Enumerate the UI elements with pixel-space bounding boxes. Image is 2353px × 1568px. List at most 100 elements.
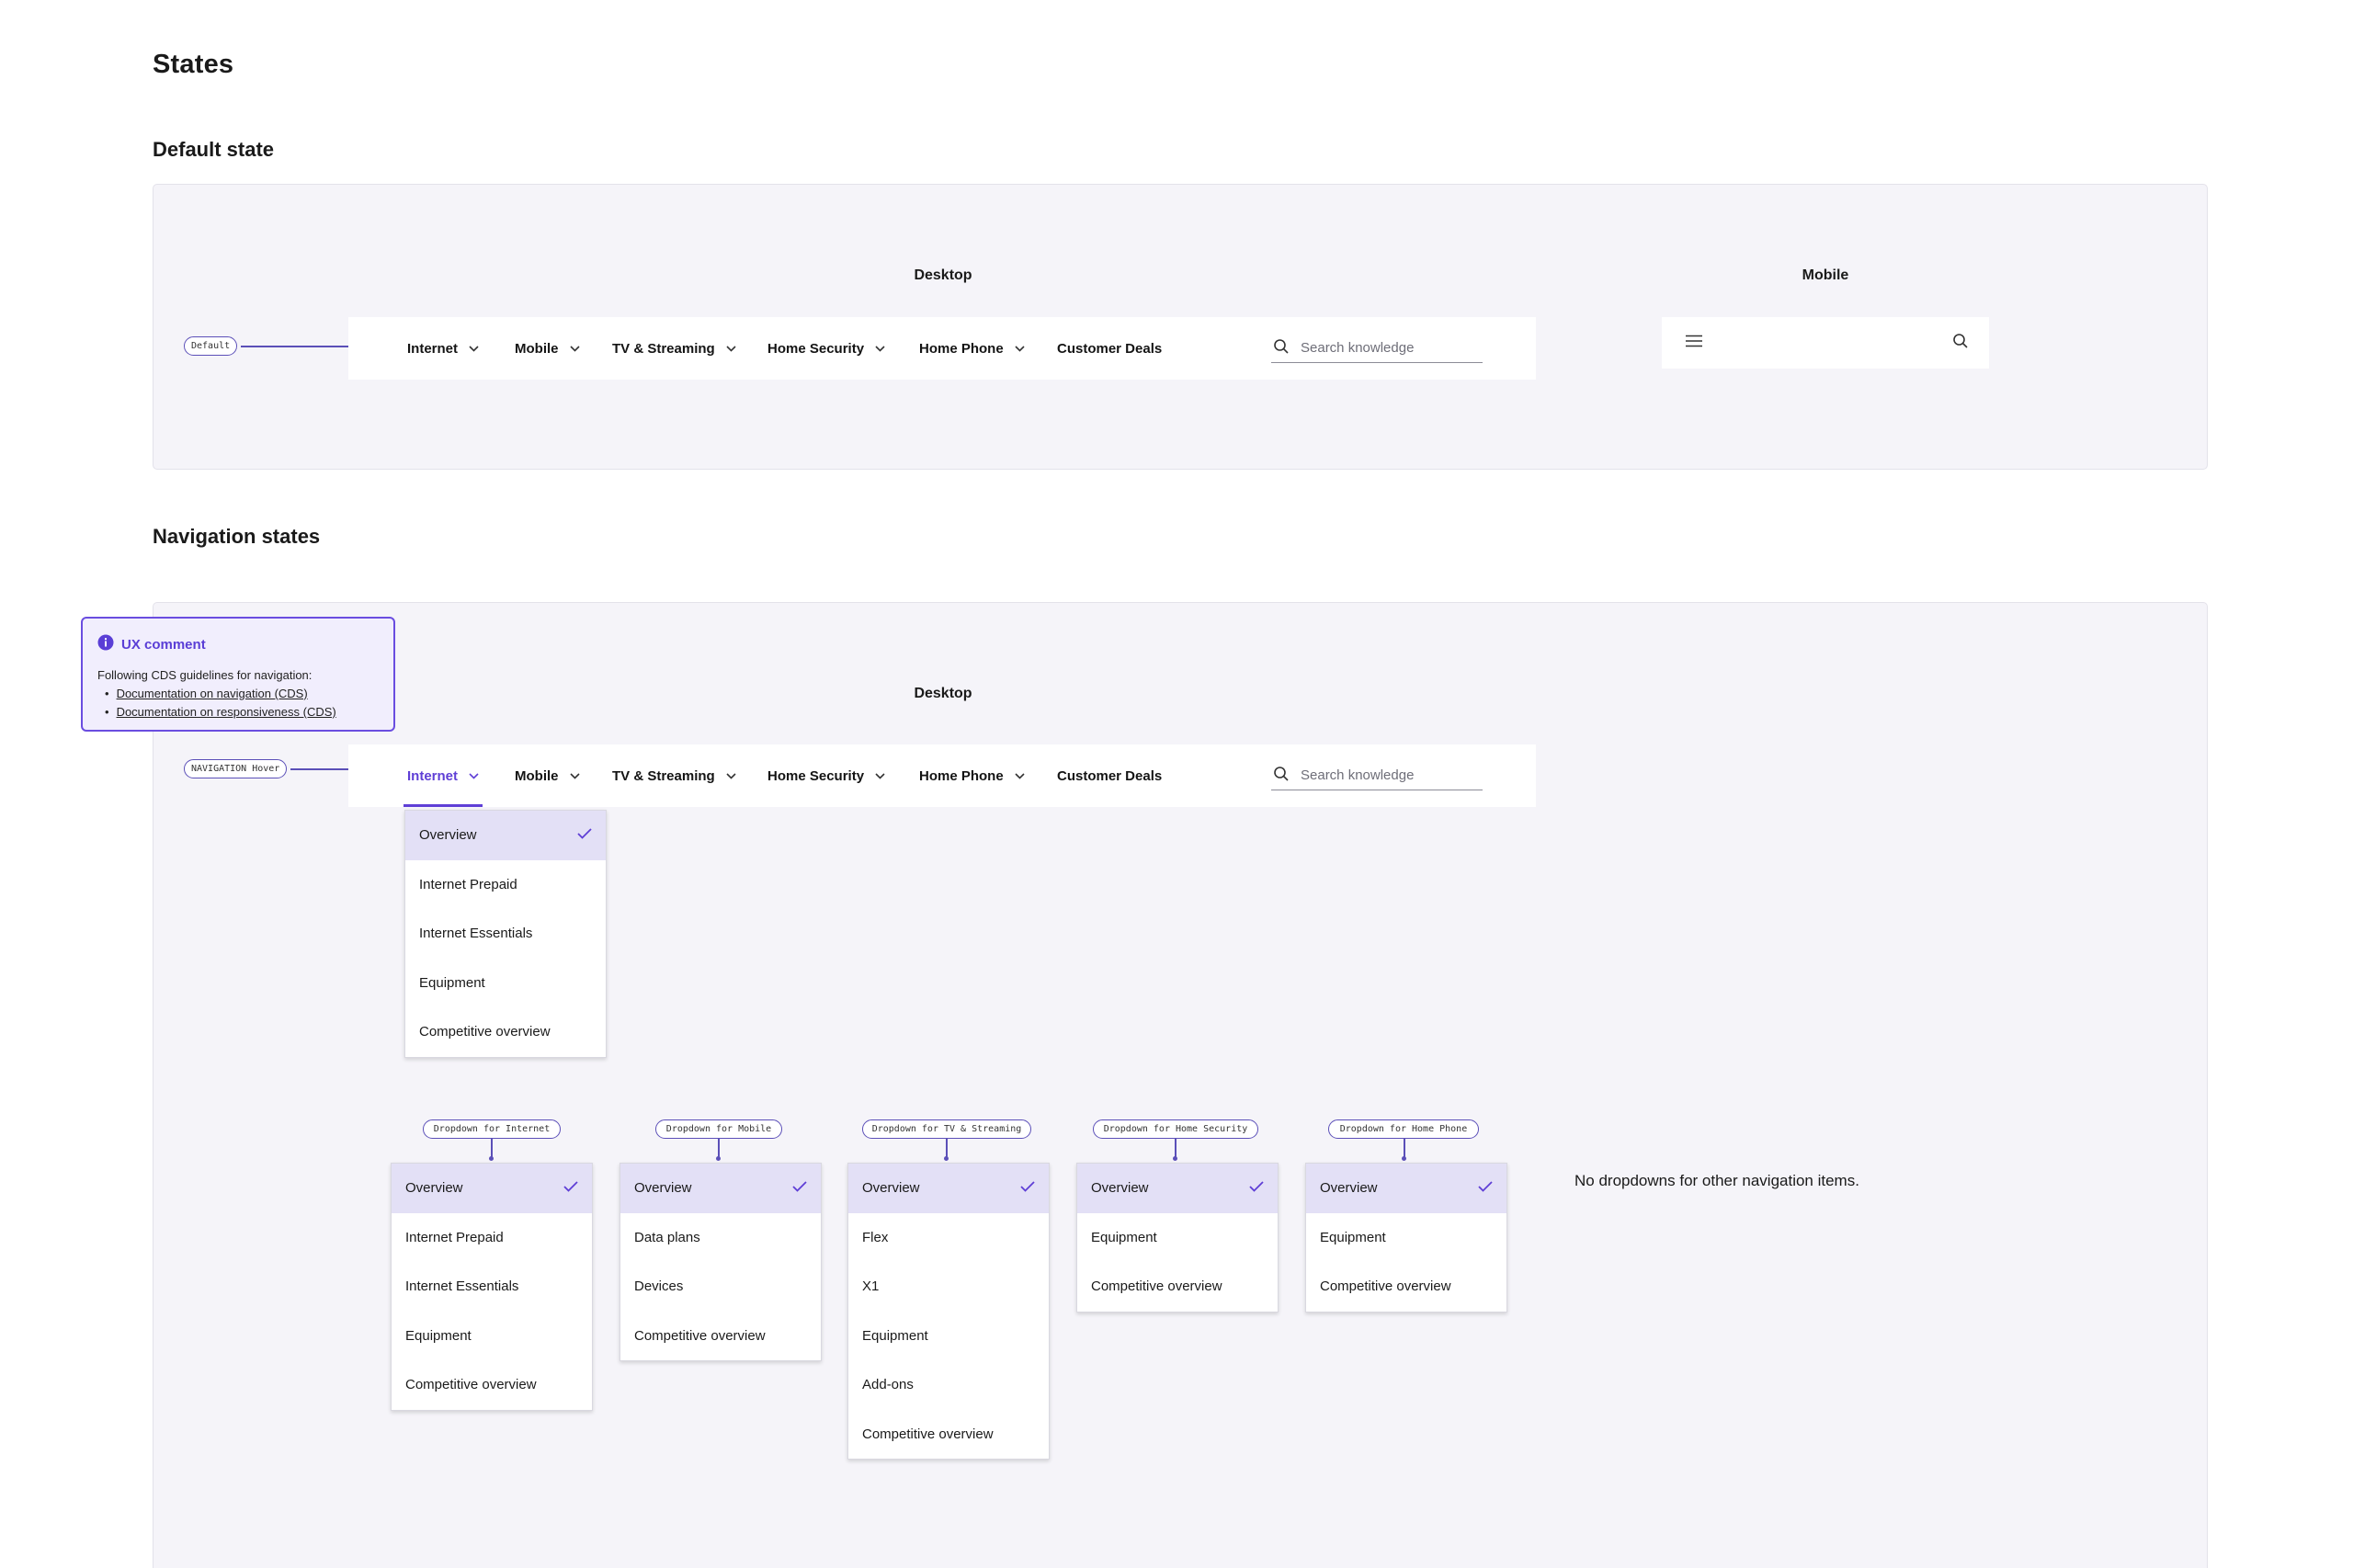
dropdown-item[interactable]: Internet Essentials [392,1262,592,1312]
search-icon[interactable] [1952,333,1969,354]
dropdown-item[interactable]: Overview [392,1164,592,1213]
default-tag: Default [184,336,238,356]
chevron-down-icon [1015,345,1025,352]
connector-line [1173,1139,1177,1161]
ux-comment-title: UX comment [121,636,206,653]
dropdown-item-label: Equipment [1320,1229,1386,1245]
dropdown-item-label: Equipment [405,1327,472,1344]
dropdown-item[interactable]: Overview [1077,1164,1278,1213]
ux-comment-text: Following CDS guidelines for navigation: [97,668,313,682]
nav-item-label: Home Security [767,767,865,784]
nav-item-customer-deals[interactable]: Customer Deals [1057,317,1162,380]
nav-item-home-phone[interactable]: Home Phone [919,317,1025,380]
dropdown-item[interactable]: X1 [848,1262,1049,1312]
check-icon [1478,1180,1493,1196]
dropdown-item[interactable]: Overview [1306,1164,1506,1213]
connector-line [290,767,353,771]
dropdown-home-security: Overview Equipment Competitive overview [1076,1163,1279,1312]
dropdown-item[interactable]: Internet Essentials [405,909,606,959]
dropdown-item-label: Data plans [634,1229,700,1245]
nav-item-internet[interactable]: Internet [407,317,479,380]
nav-item-mobile[interactable]: Mobile [515,744,580,807]
search-field[interactable]: Search knowledge [1271,744,1483,807]
dropdown-item[interactable]: Competitive overview [1306,1262,1506,1312]
dropdown-item-label: Competitive overview [634,1327,766,1344]
nav-item-label: Customer Deals [1057,767,1163,784]
dropdown-item[interactable]: Competitive overview [848,1410,1049,1460]
link-responsiveness-docs[interactable]: Documentation on responsiveness (CDS) [117,705,336,719]
dropdown-tag-home-security: Dropdown for Home Security [1093,1119,1258,1139]
dropdown-home-phone: Overview Equipment Competitive overview [1305,1163,1507,1312]
check-icon [792,1180,807,1196]
dropdown-item-label: Equipment [419,974,485,991]
link-navigation-docs[interactable]: Documentation on navigation (CDS) [117,687,308,700]
search-placeholder: Search knowledge [1301,340,1415,356]
nav-item-home-security[interactable]: Home Security [767,317,885,380]
nav-item-mobile[interactable]: Mobile [515,317,580,380]
info-icon [97,634,114,654]
search-icon [1273,338,1290,358]
connector-line [944,1139,949,1161]
chevron-down-icon [569,772,580,779]
dropdown-item-label: Overview [634,1180,692,1197]
dropdown-item[interactable]: Overview [405,811,606,860]
dropdown-item[interactable]: Competitive overview [405,1007,606,1057]
section-title-navigation-states: Navigation states [153,525,321,548]
desktop-navbar-default: Internet Mobile TV & Streaming Home Secu… [348,317,1536,380]
dropdown-item[interactable]: Internet Prepaid [405,860,606,910]
nav-item-tv-streaming[interactable]: TV & Streaming [612,317,736,380]
chevron-down-icon [726,345,736,352]
dropdown-item-label: Competitive overview [1091,1278,1222,1295]
dropdown-item[interactable]: Equipment [1306,1213,1506,1263]
nav-item-label: Home Phone [919,340,1004,357]
chevron-down-icon [569,345,580,352]
dropdown-item[interactable]: Competitive overview [1077,1262,1278,1312]
dropdown-item[interactable]: Data plans [620,1213,821,1263]
dropdown-item-label: Overview [1320,1180,1378,1197]
search-field[interactable]: Search knowledge [1271,317,1483,380]
internet-hover-dropdown: Overview Internet Prepaid Internet Essen… [404,810,607,1058]
hamburger-icon[interactable] [1686,335,1702,352]
dropdown-item[interactable]: Overview [848,1164,1049,1213]
mobile-navbar [1662,317,1989,369]
dropdown-item[interactable]: Equipment [405,959,606,1008]
dropdown-item-label: Overview [419,827,477,844]
dropdown-item-label: Equipment [1091,1229,1157,1245]
nav-item-label: Mobile [515,767,559,784]
section-title-default-state: Default state [153,138,275,161]
check-icon [563,1180,578,1196]
nav-item-internet[interactable]: Internet [403,744,483,807]
dropdown-item[interactable]: Competitive overview [392,1360,592,1410]
nav-item-home-phone[interactable]: Home Phone [919,744,1025,807]
dropdown-item[interactable]: Equipment [392,1312,592,1361]
nav-item-label: Mobile [515,340,559,357]
desktop-caption: Desktop [914,686,972,701]
nav-item-tv-streaming[interactable]: TV & Streaming [612,744,736,807]
nav-item-customer-deals[interactable]: Customer Deals [1057,744,1162,807]
nav-item-label: TV & Streaming [612,340,715,357]
check-icon [1020,1180,1035,1196]
dropdown-item-label: X1 [862,1278,880,1295]
dropdown-item[interactable]: Add-ons [848,1360,1049,1410]
dropdown-item-label: Competitive overview [862,1426,994,1442]
dropdown-tag-home-phone: Dropdown for Home Phone [1328,1119,1479,1139]
dropdown-item[interactable]: Equipment [848,1312,1049,1361]
dropdown-item-label: Equipment [862,1327,928,1344]
chevron-down-icon [875,345,885,352]
dropdown-item-label: Overview [1091,1180,1149,1197]
nav-item-label: Internet [407,340,459,357]
search-placeholder: Search knowledge [1301,767,1415,783]
dropdown-item[interactable]: Competitive overview [620,1312,821,1361]
dropdown-item[interactable]: Overview [620,1164,821,1213]
dropdown-tag-mobile: Dropdown for Mobile [655,1119,782,1139]
chevron-down-icon [469,772,479,779]
nav-item-label: Home Security [767,340,865,357]
dropdown-item[interactable]: Equipment [1077,1213,1278,1263]
nav-item-label: Internet [407,767,459,784]
dropdown-item[interactable]: Internet Prepaid [392,1213,592,1263]
dropdown-tag-tv-streaming: Dropdown for TV & Streaming [862,1119,1031,1139]
chevron-down-icon [875,772,885,779]
nav-item-home-security[interactable]: Home Security [767,744,885,807]
dropdown-item[interactable]: Flex [848,1213,1049,1263]
dropdown-item[interactable]: Devices [620,1262,821,1312]
